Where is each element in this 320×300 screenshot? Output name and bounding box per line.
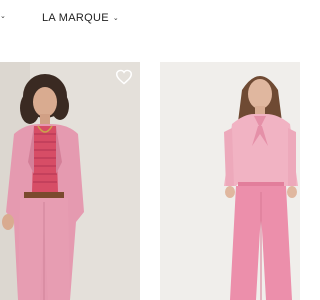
heart-outline-icon[interactable] — [115, 69, 133, 85]
nav-menu-item-partial[interactable]: ⌄ — [0, 12, 6, 20]
nav-menu-item-la-marque[interactable]: LA MARQUE ⌄ — [42, 12, 119, 24]
chevron-down-icon: ⌄ — [0, 13, 7, 20]
product-card[interactable] — [0, 62, 140, 300]
chevron-down-icon: ⌄ — [112, 15, 120, 22]
product-card[interactable] — [160, 62, 300, 300]
product-image — [0, 62, 140, 300]
product-image — [160, 62, 300, 300]
nav-menu-item-label: LA MARQUE — [42, 12, 109, 24]
top-navigation: ⌄ LA MARQUE ⌄ — [0, 0, 300, 40]
